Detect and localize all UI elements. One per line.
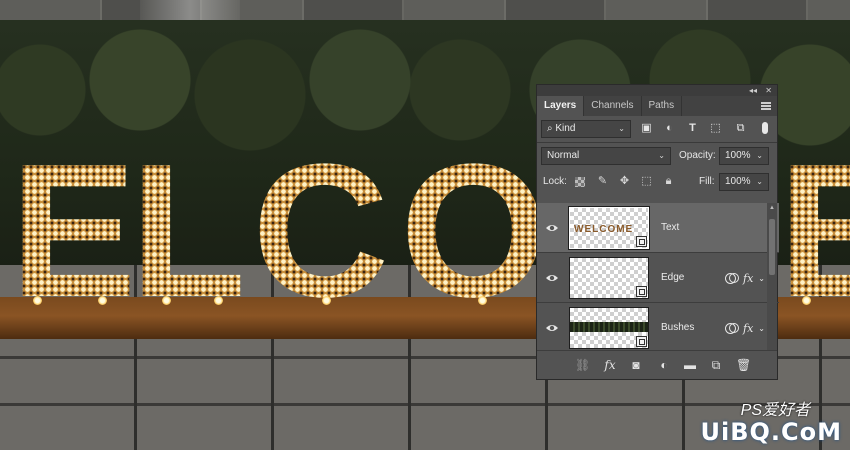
sign-letter: E	[778, 136, 850, 326]
filter-row: ⌕ Kind ⌄ ▣ ◐ T ⬚ ⧉	[537, 116, 777, 142]
fill-value: 100%	[725, 176, 751, 187]
opacity-value: 100%	[725, 150, 751, 161]
bulb-light	[478, 296, 487, 305]
watermark: UiBQ.CoM	[700, 418, 842, 446]
lock-transparent-icon[interactable]	[575, 177, 585, 187]
eye-icon[interactable]	[545, 221, 559, 235]
blend-mode-value: Normal	[547, 150, 580, 161]
lock-artboard-icon[interactable]: ⬚	[640, 175, 653, 188]
watermark-text: UiBQ.CoM	[700, 418, 842, 446]
lock-move-icon[interactable]: ✥	[618, 175, 631, 188]
panel-titlebar[interactable]: ◂◂ ✕	[537, 85, 777, 96]
scroll-thumb[interactable]	[769, 219, 775, 275]
layer-row-edge[interactable]: Edge fx ⌄	[537, 253, 779, 303]
tab-layers[interactable]: Layers	[537, 96, 585, 116]
delete-layer-icon[interactable]: 🗑︎	[736, 358, 751, 372]
lock-brush-icon[interactable]: ✎	[596, 175, 609, 188]
layer-name[interactable]: Edge	[661, 253, 684, 303]
adjustment-filter-icon[interactable]: ◐	[663, 122, 676, 135]
bulb-light	[162, 296, 171, 305]
fx-icon: fx	[743, 271, 754, 285]
chevron-down-icon: ⌄	[756, 177, 763, 186]
bulb-light	[33, 296, 42, 305]
lock-label: Lock:	[543, 176, 567, 187]
collapse-icon[interactable]: ◂◂	[749, 85, 757, 96]
add-style-icon[interactable]: fx	[603, 358, 617, 372]
blend-mode-select[interactable]: Normal ⌄	[541, 147, 671, 165]
smart-object-badge-icon	[636, 336, 647, 347]
blend-row: Normal ⌄ Opacity: 100% ⌄	[537, 143, 777, 169]
sign-letter: L	[130, 125, 247, 337]
lock-row: Lock: ✎ ✥ ⬚ 🔒︎ Fill: 100% ⌄	[537, 169, 777, 195]
tab-channels[interactable]: Channels	[584, 96, 642, 116]
scroll-up-icon[interactable]: ▲	[769, 205, 775, 211]
bulb-light	[98, 296, 107, 305]
chevron-down-icon: ⌄	[658, 151, 665, 160]
chevron-down-icon: ⌄	[756, 151, 763, 160]
close-icon[interactable]: ✕	[765, 85, 772, 96]
layers-panel: ◂◂ ✕ Layers Channels Paths ⌕ Kind ⌄ ▣ ◐ …	[536, 84, 779, 380]
lock-all-icon[interactable]: 🔒︎	[662, 175, 675, 188]
layers-scrollbar[interactable]: ▲	[767, 203, 777, 351]
smart-object-badge-icon	[636, 236, 647, 247]
fx-icon: fx	[743, 321, 754, 335]
fill-field[interactable]: 100% ⌄	[719, 173, 769, 191]
blend-if-icon	[725, 272, 740, 284]
thumbnail-text: WELCOME	[574, 224, 634, 235]
layer-row-text[interactable]: WELCOME Text	[537, 203, 779, 253]
layer-name[interactable]: Text	[661, 203, 679, 253]
eye-icon[interactable]	[545, 271, 559, 285]
panel-menu-icon[interactable]	[761, 102, 771, 110]
chevron-down-icon: ⌄	[618, 124, 625, 133]
layer-row-bushes[interactable]: Bushes fx ⌄	[537, 303, 779, 351]
filter-kind-select[interactable]: ⌕ Kind ⌄	[541, 120, 631, 138]
layer-effects[interactable]: fx ⌄	[725, 321, 765, 335]
eye-icon[interactable]	[545, 321, 559, 335]
sign-letter: O	[400, 125, 548, 337]
layer-thumbnail: WELCOME	[568, 206, 650, 250]
tab-paths[interactable]: Paths	[642, 96, 683, 116]
watermark-top: PS爱好者	[740, 402, 810, 419]
opacity-label: Opacity:	[679, 150, 716, 161]
panel-tabbar: Layers Channels Paths	[537, 96, 777, 116]
blend-if-icon	[725, 322, 740, 334]
bulb-light	[802, 296, 811, 305]
thumbnail-bushes	[570, 322, 648, 332]
layer-thumbnail	[569, 257, 649, 299]
sign-letter: C	[252, 125, 390, 337]
type-filter-icon[interactable]: T	[686, 122, 699, 135]
layer-effects[interactable]: fx ⌄	[725, 271, 765, 285]
fill-label: Fill:	[699, 176, 715, 187]
new-adjustment-icon[interactable]: ◐	[657, 358, 671, 372]
chevron-down-icon[interactable]: ⌄	[758, 324, 765, 333]
pixel-filter-icon[interactable]: ▣	[640, 122, 653, 135]
new-layer-icon[interactable]: ⧉	[709, 358, 723, 372]
link-layers-icon[interactable]: ⛓	[575, 358, 590, 372]
smart-object-badge-icon	[636, 286, 647, 297]
layers-list: WELCOME Text Edge fx ⌄ Bushes fx ⌄	[537, 203, 779, 351]
filter-kind-value: Kind	[555, 123, 576, 134]
bulb-light	[214, 296, 223, 305]
sign-letter: E	[10, 125, 137, 337]
bulb-light	[322, 296, 331, 305]
panel-bottom-toolbar: ⛓ fx ◙ ◐ ▬ ⧉ 🗑︎	[537, 350, 777, 379]
new-group-icon[interactable]: ▬	[683, 358, 697, 372]
shape-filter-icon[interactable]: ⬚	[709, 122, 722, 135]
filter-toggle[interactable]	[762, 122, 768, 134]
layer-name[interactable]: Bushes	[661, 303, 694, 351]
smart-object-filter-icon[interactable]: ⧉	[734, 122, 747, 135]
opacity-field[interactable]: 100% ⌄	[719, 147, 769, 165]
chevron-down-icon[interactable]: ⌄	[758, 274, 765, 283]
layer-thumbnail	[569, 307, 649, 349]
add-mask-icon[interactable]: ◙	[629, 358, 643, 372]
